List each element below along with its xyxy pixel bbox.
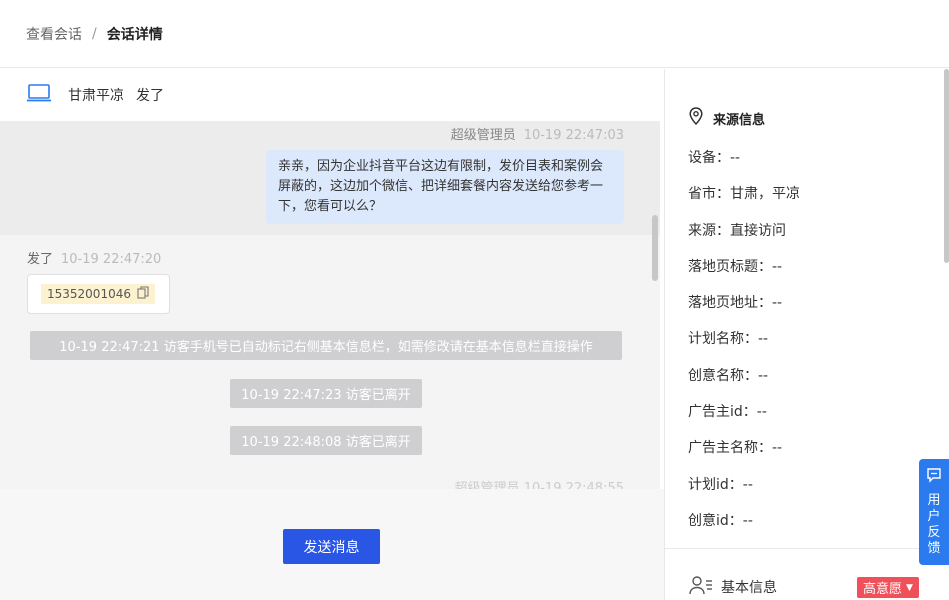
- copy-icon[interactable]: [137, 286, 149, 302]
- breadcrumb-parent[interactable]: 查看会话: [26, 24, 82, 44]
- system-notice: 10-19 22:48:08 访客已离开: [230, 426, 422, 455]
- location-pin-icon: [689, 107, 703, 129]
- visitor-sender: 发了: [27, 252, 54, 267]
- agent-time: 10-19 22:47:03: [523, 128, 624, 143]
- info-region: 省市：甘肃，平凉: [688, 186, 800, 203]
- info-source: 来源：直接访问: [688, 222, 786, 239]
- user-list-icon: [689, 575, 713, 599]
- info-panel: 来源信息 设备：-- 省市：甘肃，平凉 来源：直接访问 落地页标题：-- 落地页…: [664, 69, 949, 600]
- laptop-icon: [26, 83, 52, 107]
- agent-bubble: 亲亲，因为企业抖音平台这边有限制，发价目表和案例会屏蔽的，这边加个微信、把详细套…: [266, 150, 624, 224]
- visitor-message-meta: 发了 10-19 22:47:20: [27, 248, 161, 267]
- visitor-time: 10-19 22:47:20: [61, 252, 162, 267]
- next-time: 10-19 22:48:55: [523, 481, 624, 489]
- next-sender: 超级管理员: [454, 481, 520, 489]
- send-message-button[interactable]: 发送消息: [283, 529, 380, 564]
- info-creative-name: 创意名称：--: [688, 367, 769, 384]
- source-info-list: 设备：-- 省市：甘肃，平凉 来源：直接访问 落地页标题：-- 落地页地址：--…: [688, 147, 800, 546]
- system-notice: 10-19 22:47:21 访客手机号已自动标记右侧基本信息栏，如需修改请在基…: [30, 331, 622, 360]
- info-plan-name: 计划名称：--: [688, 331, 769, 348]
- breadcrumb: 查看会话 / 会话详情: [0, 0, 949, 68]
- info-advertiser-id: 广告主id：--: [688, 404, 767, 421]
- chat-header: 甘肃平凉 发了: [0, 69, 664, 121]
- phone-number[interactable]: 15352001046: [41, 284, 155, 304]
- info-scrollbar[interactable]: [944, 69, 949, 263]
- agent-sender: 超级管理员: [450, 128, 516, 143]
- visitor-name: 发了: [136, 88, 164, 104]
- source-info-header: 来源信息: [689, 107, 765, 129]
- basic-info-title: 基本信息: [721, 580, 777, 596]
- chat-bubble-icon: [926, 467, 942, 487]
- visitor-phone-card: 15352001046: [27, 274, 170, 314]
- feedback-label: 用户反馈: [927, 493, 941, 556]
- feedback-button[interactable]: 用户反馈: [919, 459, 949, 565]
- info-device: 设备：--: [688, 150, 741, 166]
- intent-tag-label: 高意愿: [863, 582, 903, 597]
- message-scrollbar[interactable]: [652, 215, 658, 281]
- info-landing-title: 落地页标题：--: [688, 258, 783, 275]
- send-area: 发送消息: [0, 489, 664, 600]
- phone-number-text: 15352001046: [47, 287, 131, 301]
- next-message-meta: 超级管理员 10-19 22:48:55: [455, 477, 624, 489]
- source-info-title: 来源信息: [713, 112, 766, 128]
- visitor-location: 甘肃平凉: [68, 88, 124, 104]
- system-notice: 10-19 22:47:23 访客已离开: [230, 379, 422, 408]
- breadcrumb-current: 会话详情: [106, 26, 163, 43]
- caret-down-icon: ▼: [906, 582, 913, 593]
- info-creative-id: 创意id：--: [688, 512, 753, 529]
- agent-message: 超级管理员 10-19 22:47:03 亲亲，因为企业抖音平台这边有限制，发价目…: [0, 121, 660, 235]
- intent-tag-dropdown[interactable]: 高意愿 ▼: [857, 577, 919, 598]
- basic-info-header: 基本信息: [689, 575, 777, 599]
- info-landing-url: 落地页地址：--: [688, 295, 783, 312]
- info-advertiser-name: 广告主名称：--: [688, 440, 783, 457]
- chat-panel: 甘肃平凉 发了 超级管理员 10-19 22:47:03 亲亲，因为企业抖音平台这…: [0, 69, 664, 600]
- section-divider: [665, 548, 949, 549]
- message-list[interactable]: 超级管理员 10-19 22:47:03 亲亲，因为企业抖音平台这边有限制，发价目…: [0, 121, 660, 489]
- agent-message-meta: 超级管理员 10-19 22:47:03: [451, 124, 624, 143]
- info-plan-id: 计划id：--: [688, 476, 753, 493]
- breadcrumb-separator: /: [92, 25, 97, 42]
